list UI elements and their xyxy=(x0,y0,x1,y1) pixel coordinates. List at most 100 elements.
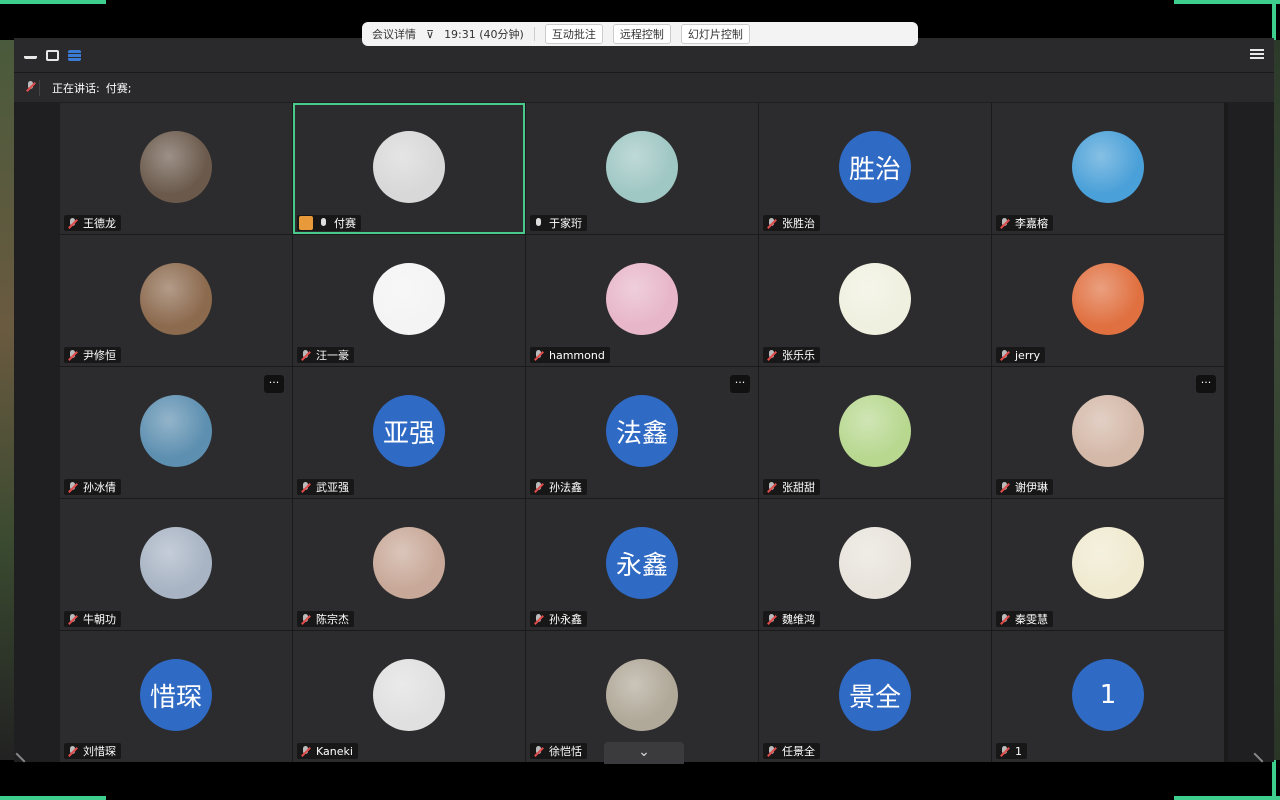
mic-muted-icon xyxy=(765,217,778,230)
participant-name: 陈宗杰 xyxy=(316,613,349,626)
filter-icon[interactable]: ⊽ xyxy=(426,28,434,41)
avatar-initials: 胜治 xyxy=(839,131,911,203)
participant-tile[interactable]: 法鑫 ··· 孙法鑫 xyxy=(526,367,758,498)
background-wallpaper xyxy=(0,40,14,760)
more-icon[interactable]: ··· xyxy=(730,375,750,393)
participant-tile[interactable]: 胜治张胜治 xyxy=(759,103,991,234)
mic-muted-icon xyxy=(998,349,1011,362)
participant-tile[interactable]: 李嘉榕 xyxy=(992,103,1224,234)
participant-name: 尹修恒 xyxy=(83,349,116,362)
remote-control-button[interactable]: 远程控制 xyxy=(612,24,671,44)
name-tag: 李嘉榕 xyxy=(996,215,1053,231)
window-icon[interactable] xyxy=(46,49,59,61)
chevron-down-icon[interactable]: ⌄ xyxy=(604,742,684,764)
participant-tile[interactable]: hammond xyxy=(526,235,758,366)
name-tag: 牛朝功 xyxy=(64,611,121,627)
participant-tile[interactable]: 张乐乐 xyxy=(759,235,991,366)
participant-tile[interactable]: 张甜甜 xyxy=(759,367,991,498)
meeting-toolbar: 会议详情 ⊽ 19:31 (40分钟) 互动批注 远程控制 幻灯片控制 xyxy=(362,22,918,46)
mic-muted-icon xyxy=(532,349,545,362)
participant-tile[interactable]: 王德龙 xyxy=(60,103,292,234)
participant-name: 张胜治 xyxy=(782,217,815,230)
divider xyxy=(533,27,535,41)
participant-tile[interactable]: 景全 任景全 xyxy=(759,631,991,762)
name-tag: 孙法鑫 xyxy=(530,479,587,495)
avatar-initials: 永鑫 xyxy=(606,527,678,599)
mic-muted-icon xyxy=(998,745,1011,758)
avatar xyxy=(606,131,678,203)
participant-tile[interactable]: ··· 谢伊琳 xyxy=(992,367,1224,498)
name-tag: 张甜甜 xyxy=(763,479,820,495)
avatar xyxy=(1072,131,1144,203)
participant-tile[interactable]: 魏维鸿 xyxy=(759,499,991,630)
corner-accent xyxy=(1174,0,1280,4)
name-tag: 孙永鑫 xyxy=(530,611,587,627)
corner-accent xyxy=(0,0,106,4)
mic-muted-icon xyxy=(998,613,1011,626)
mic-muted-icon xyxy=(532,613,545,626)
mic-muted-icon[interactable] xyxy=(24,79,40,96)
more-icon[interactable]: ··· xyxy=(264,375,284,393)
participant-tile[interactable]: 于家珩 xyxy=(526,103,758,234)
participant-tile[interactable]: 尹修恒 xyxy=(60,235,292,366)
avatar-initials: 亚强 xyxy=(373,395,445,467)
slides-control-button[interactable]: 幻灯片控制 xyxy=(680,24,750,44)
participant-name: 谢伊琳 xyxy=(1015,481,1048,494)
menu-icon[interactable] xyxy=(1250,47,1264,61)
participant-name: 王德龙 xyxy=(83,217,116,230)
participant-tile[interactable]: 牛朝功 xyxy=(60,499,292,630)
participant-tile[interactable]: ··· 孙冰倩 xyxy=(60,367,292,498)
speaking-label: 正在讲话: xyxy=(52,81,100,95)
name-tag: 徐恺恬 xyxy=(530,743,587,759)
participant-tile[interactable]: jerry xyxy=(992,235,1224,366)
participant-tile[interactable]: 永鑫孙永鑫 xyxy=(526,499,758,630)
mic-icon xyxy=(317,217,330,230)
mic-muted-icon xyxy=(998,217,1011,230)
participant-tile[interactable]: 11 xyxy=(992,631,1224,762)
participant-name: 汪一豪 xyxy=(316,349,349,362)
mic-muted-icon xyxy=(299,349,312,362)
avatar xyxy=(140,395,212,467)
participant-tile[interactable]: 付赛 xyxy=(293,103,525,234)
avatar xyxy=(373,131,445,203)
mic-muted-icon xyxy=(532,745,545,758)
participant-name: Kaneki xyxy=(316,744,353,758)
avatar-initials: 惜琛 xyxy=(140,659,212,731)
participant-tile[interactable]: 惜琛刘惜琛 xyxy=(60,631,292,762)
host-icon xyxy=(299,216,313,230)
participant-name: 孙冰倩 xyxy=(83,481,116,494)
participant-name: 刘惜琛 xyxy=(83,745,116,758)
participant-tile[interactable]: 亚强 武亚强 xyxy=(293,367,525,498)
participant-tile[interactable]: 汪一豪 xyxy=(293,235,525,366)
name-tag: 付赛 xyxy=(297,215,361,231)
avatar xyxy=(839,395,911,467)
mic-muted-icon xyxy=(765,745,778,758)
meeting-window: 正在讲话: 付赛; 王德龙 付赛 于家珩 胜治 张胜治 李嘉榕 尹修恒 汪一豪 hammond 张… xyxy=(14,38,1274,764)
name-tag: 谢伊琳 xyxy=(996,479,1053,495)
participant-name: 徐恺恬 xyxy=(549,745,582,758)
meeting-details-button[interactable]: 会议详情 xyxy=(372,26,416,42)
participant-name: 付赛 xyxy=(334,217,356,230)
avatar xyxy=(606,659,678,731)
annotation-button[interactable]: 互动批注 xyxy=(544,24,603,44)
participant-tile[interactable]: Kaneki xyxy=(293,631,525,762)
mic-muted-icon xyxy=(765,481,778,494)
corner-accent xyxy=(0,796,106,800)
meeting-time[interactable]: 19:31 (40分钟) xyxy=(444,26,524,42)
participant-name: 牛朝功 xyxy=(83,613,116,626)
more-icon[interactable]: ··· xyxy=(1196,375,1216,393)
participant-name: 1 xyxy=(1015,744,1022,758)
avatar xyxy=(140,263,212,335)
name-tag: hammond xyxy=(530,347,610,363)
list-layout-icon[interactable] xyxy=(68,49,81,61)
participant-tile[interactable]: 秦雯慧 xyxy=(992,499,1224,630)
minimize-icon[interactable] xyxy=(24,51,37,59)
participant-name: 任景全 xyxy=(782,745,815,758)
participant-tile[interactable]: 陈宗杰 xyxy=(293,499,525,630)
avatar-initials: 1 xyxy=(1072,659,1144,731)
name-tag: 1 xyxy=(996,743,1027,759)
mic-muted-icon xyxy=(299,745,312,758)
speaking-bar: 正在讲话: 付赛; xyxy=(14,72,1274,102)
name-tag: 王德龙 xyxy=(64,215,121,231)
participant-name: 李嘉榕 xyxy=(1015,217,1048,230)
